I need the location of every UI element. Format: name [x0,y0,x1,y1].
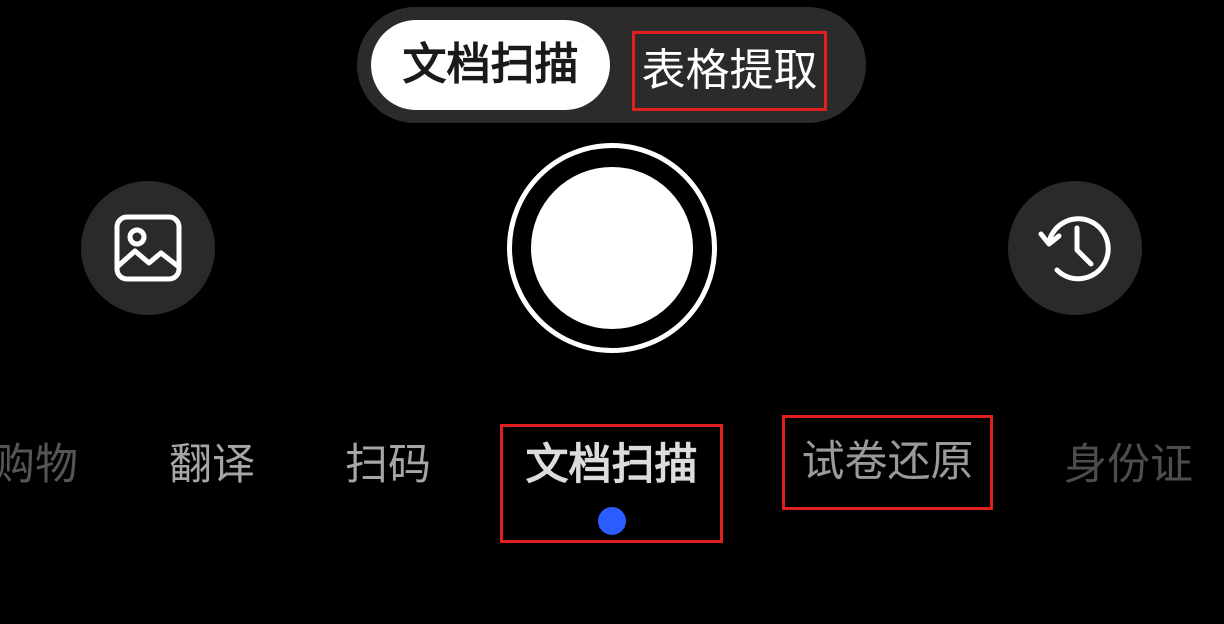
image-icon [114,214,182,282]
mode-scan-code[interactable]: 扫码 [338,432,438,498]
tab-table-extract[interactable]: 表格提取 [632,31,827,111]
shutter-button[interactable] [507,143,717,353]
selected-mode-indicator [598,507,626,535]
mode-id-card[interactable]: 身份证 [1056,432,1201,498]
mode-exam-restore[interactable]: 试卷还原 [782,415,993,510]
scan-type-toggle: 文档扫描 表格提取 [357,7,866,123]
history-clock-icon [1038,216,1111,282]
history-button[interactable] [1008,181,1142,315]
tab-document-scan[interactable]: 文档扫描 [371,20,610,110]
shutter-inner [531,167,693,329]
gallery-button[interactable] [81,181,215,315]
mode-translate[interactable]: 翻译 [160,432,264,498]
mode-shopping[interactable]: 购物 [0,432,90,498]
